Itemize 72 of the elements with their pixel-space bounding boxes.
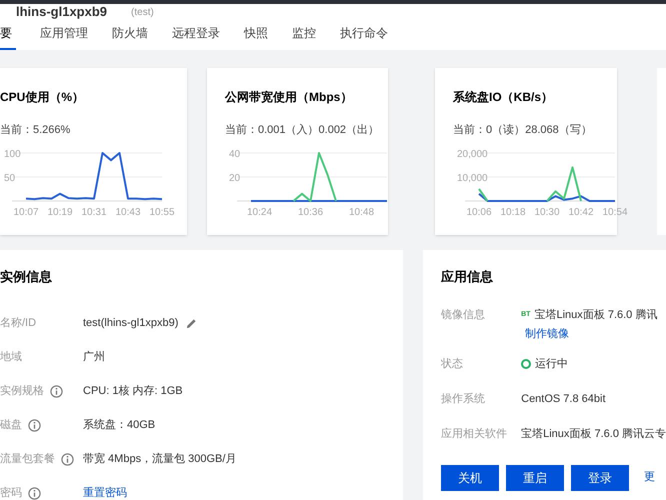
tab[interactable]: 执行命令	[340, 18, 388, 50]
card-title: 系统盘IO（KB/s）	[453, 89, 554, 106]
field-label: 流量包套餐	[0, 452, 55, 467]
more-link[interactable]: 更	[644, 469, 656, 486]
x-tick-label: 10:24	[246, 206, 272, 218]
current-reading: 当前：5.266%	[0, 123, 72, 138]
x-tick-label: 10:36	[298, 206, 324, 218]
x-tick-label: 10:19	[47, 206, 73, 218]
tab[interactable]: 防火墙	[112, 18, 148, 50]
field-value: 宝塔Linux面板 7.6.0 腾讯	[534, 308, 658, 322]
field-label: 状态	[441, 356, 464, 372]
field-label: 操作系统	[441, 392, 486, 407]
y-tick-label: 100	[4, 148, 22, 160]
field-value: 宝塔Linux面板 7.6.0 腾讯云专	[521, 426, 666, 442]
tab[interactable]: 应用管理	[40, 18, 88, 50]
field-label: 磁盘	[0, 418, 22, 433]
current-reading: 当前：0.001（入）0.002（出）	[225, 123, 380, 138]
field-value: test(lhins-gl1xpxb9)	[83, 316, 178, 332]
y-tick-label: 40	[229, 148, 388, 160]
y-tick-label: 40	[229, 148, 241, 160]
y-tick-label: 20	[229, 172, 241, 184]
x-tick-label: 10:42	[568, 206, 594, 218]
y-tick-label: 50	[4, 172, 16, 184]
field-label: 实例规格	[0, 384, 44, 400]
field-label: 镜像信息	[441, 308, 486, 322]
tab[interactable]: 快照	[244, 18, 268, 50]
x-tick-label: 10:18	[500, 206, 526, 218]
field-label: 地域	[0, 350, 22, 366]
current-reading: 当前：0（读）28.068（写）	[453, 123, 593, 138]
y-tick-label: 20,000	[457, 148, 488, 160]
x-tick-label: 10:55	[149, 206, 175, 218]
y-tick-label: 10,000	[457, 172, 488, 184]
field-value: CentOS 7.8 64bit	[521, 392, 606, 407]
x-tick-label: 10:54	[602, 206, 628, 218]
pencil-icon[interactable]	[186, 318, 198, 329]
x-tick-label: 10:07	[13, 206, 39, 218]
field-label: 应用相关软件	[441, 426, 508, 442]
x-tick-label: 10:30	[534, 206, 560, 218]
y-tick-label: 10,000	[457, 172, 616, 184]
create-image-link[interactable]: 制作镜像	[525, 326, 658, 342]
x-tick-label: 10:43	[115, 206, 141, 218]
field-value: CPU: 1核 内存: 1GB	[83, 384, 183, 400]
x-tick-label: 10:48	[348, 206, 374, 218]
action-button[interactable]: 登录	[571, 464, 630, 490]
x-tick-label: 10:06	[466, 206, 492, 218]
field-value: 系统盘：40GB	[83, 418, 156, 433]
card-title: 公网带宽使用（Mbps）	[225, 89, 354, 106]
field-value: 带宽 4Mbps，流量包 300GB/月	[83, 452, 236, 467]
info-icon[interactable]	[61, 452, 74, 466]
field-value: 运行中	[535, 356, 568, 372]
tab[interactable]: 要	[0, 18, 16, 50]
y-tick-label: 20	[229, 172, 388, 184]
y-tick-label: 20,000	[457, 148, 616, 160]
action-button[interactable]: 关机	[441, 464, 500, 490]
action-button[interactable]: 重启	[506, 464, 564, 490]
instance-subtitle: (test)	[131, 8, 154, 18]
info-icon[interactable]	[28, 486, 41, 500]
tab[interactable]: 远程登录	[172, 18, 220, 50]
field-value: 广州	[83, 350, 105, 366]
y-tick-label: 50	[4, 172, 162, 184]
panel-title: 应用信息	[441, 268, 494, 286]
field-label: 密码	[0, 486, 22, 500]
instance-title: lhins-gl1xpxb9	[16, 5, 108, 18]
panel-title: 实例信息	[0, 268, 53, 286]
y-tick-label: 100	[4, 148, 162, 160]
field-label: 名称/ID	[0, 316, 36, 332]
card-title: CPU使用（%）	[0, 89, 86, 106]
reset-password-link[interactable]: 重置密码	[83, 484, 127, 500]
x-tick-label: 10:31	[81, 206, 107, 218]
info-icon[interactable]	[28, 418, 41, 432]
tab[interactable]: 监控	[292, 18, 316, 50]
info-icon[interactable]	[50, 384, 63, 398]
